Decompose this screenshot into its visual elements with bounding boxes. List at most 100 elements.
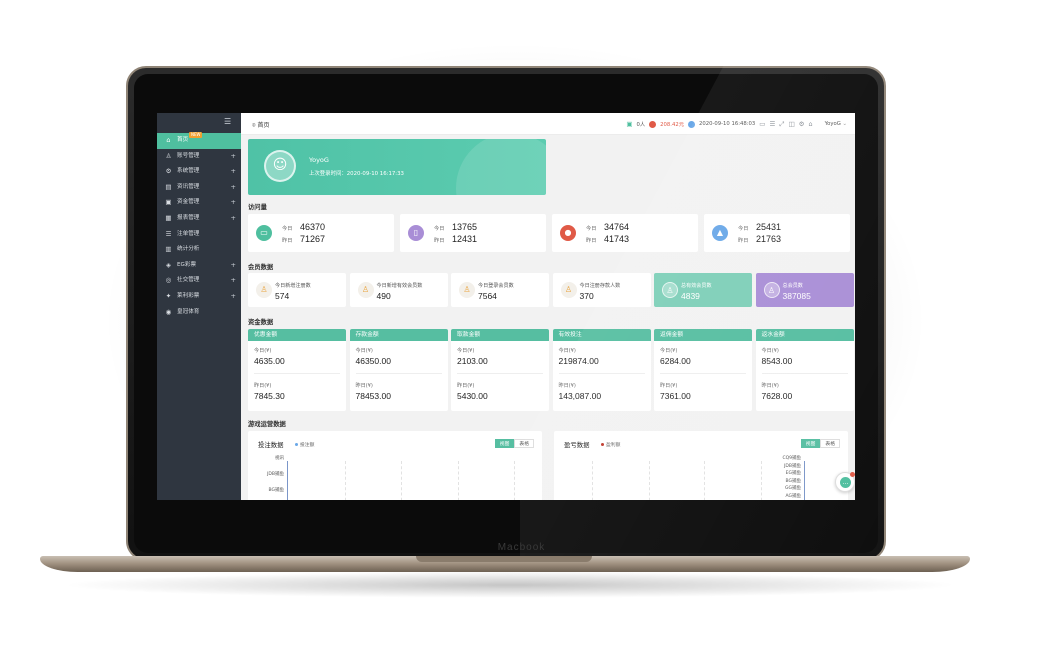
today-value: 4635.00	[254, 356, 285, 366]
yesterday-value: 7845.30	[254, 391, 285, 401]
today-label: 今日	[434, 226, 445, 232]
today-value: 34764	[604, 222, 630, 232]
section-title-games: 游戏运营数据	[248, 421, 286, 428]
yesterday-value: 7628.00	[761, 391, 793, 401]
today-value: 46370	[300, 222, 326, 232]
fund-card: 优惠金额 今日(¥) 4635.00 昨日(¥) 7845.30	[248, 329, 346, 411]
member-stat-label: 今日新增有效会员数	[376, 283, 423, 289]
expand-icon: +	[230, 198, 236, 207]
user-icon: ♙	[763, 282, 780, 298]
list-icon: ☰	[165, 229, 172, 238]
legend-label: 盈利额	[606, 443, 621, 448]
divider	[457, 373, 543, 374]
table-tab[interactable]: 表格	[514, 439, 534, 448]
expand-icon: +	[230, 213, 236, 222]
lock-icon[interactable]: ⌂	[808, 120, 812, 128]
sidebar-item-2[interactable]: ⚙ 系统管理 +	[157, 164, 241, 180]
sidebar-item-11[interactable]: ◉ 皇冠体育	[157, 305, 241, 321]
gear-icon[interactable]: ⚙	[799, 120, 805, 128]
today-label: 今日	[586, 226, 597, 232]
sidebar-item-5[interactable]: ▦ 报表管理 +	[157, 211, 241, 227]
sidebar-item-7[interactable]: ▥ 统计分析	[157, 242, 241, 258]
today-value: 2103.00	[457, 356, 488, 366]
list-icon[interactable]: ☰	[769, 120, 775, 128]
yesterday-value: 21763	[756, 234, 782, 244]
legend: 盈利额	[601, 441, 620, 448]
today-label: 今日(¥)	[355, 348, 373, 354]
user-menu[interactable]: YoyoG ⌄	[825, 121, 847, 127]
fund-card: 有效投注 今日(¥) 219874.00 昨日(¥) 143,087.00	[552, 329, 651, 411]
grid-line	[401, 461, 402, 500]
sidebar-item-9[interactable]: ◎ 社交管理 +	[157, 273, 241, 289]
table-tab[interactable]: 表格	[820, 439, 840, 448]
member-stat-value: 574	[275, 291, 290, 301]
expand-icon: +	[230, 182, 236, 191]
fund-title: 有效投注	[552, 329, 651, 341]
sidebar-item-4[interactable]: ▣ 资金管理 +	[157, 195, 241, 211]
message-icon[interactable]: ▭	[759, 120, 765, 128]
user-icon: ♙	[662, 282, 678, 298]
view-tab[interactable]: 视图	[494, 439, 515, 448]
yesterday-label: 昨日(¥)	[761, 383, 779, 389]
theme-icon[interactable]: ◫	[788, 120, 794, 128]
sidebar-item-6[interactable]: ☰ 注单管理	[157, 227, 241, 243]
fund-title: 返佣金额	[654, 329, 752, 341]
screen: ☰ ⌂ 首页 NEW ♙ 账号管理 + ⚙ 系统管理 + ▤ 资讯管理 + ▣ 资金管理 + ▦ 报表管理 + ☰ 注…	[157, 113, 855, 500]
section-title-visits: 访问量	[248, 204, 267, 211]
visit-card: ▭ 今日 46370 昨日 71267	[248, 214, 394, 252]
expand-icon: +	[230, 291, 236, 300]
expand-icon: +	[230, 151, 236, 160]
member-stat-card: ♙ 今日新增有效会员数 490	[349, 273, 448, 307]
chat-button[interactable]: …	[835, 472, 855, 492]
tablet-icon: ▯	[408, 225, 424, 241]
sidebar-item-3[interactable]: ▤ 资讯管理 +	[157, 180, 241, 196]
yesterday-value: 78453.00	[355, 391, 391, 401]
expand-icon: +	[230, 260, 236, 269]
sidebar-item-label: EG彩票	[177, 261, 197, 268]
yesterday-value: 5430.00	[457, 391, 488, 401]
yesterday-label: 昨日	[586, 238, 597, 244]
legend: 投注额	[295, 441, 314, 448]
sidebar-item-label: 系统管理	[177, 168, 200, 175]
apple-icon: ●	[560, 225, 576, 241]
balance-value: 208.42元	[660, 122, 685, 128]
laptop-notch	[416, 556, 592, 562]
fund-title: 返水金额	[755, 329, 854, 341]
user-name: YoyoG	[309, 156, 329, 164]
fullscreen-icon[interactable]: ⤢	[779, 120, 784, 129]
breadcrumb-home[interactable]: 首页	[258, 122, 270, 129]
card-title: 盈亏数据	[564, 441, 590, 449]
sidebar-item-label: 资金管理	[177, 199, 200, 206]
sidebar-item-10[interactable]: ✦ 莱利彩票 +	[157, 289, 241, 305]
report-icon: ▦	[165, 213, 172, 222]
yesterday-label: 昨日	[282, 238, 293, 244]
member-stat-label: 总有效会员数	[681, 283, 712, 289]
fund-card: 取款金额 今日(¥) 2103.00 昨日(¥) 5430.00	[451, 329, 549, 411]
grid-line	[458, 461, 459, 500]
device-brand: Macbook	[497, 542, 546, 553]
fund-card: 存款金额 今日(¥) 46350.00 昨日(¥) 78453.00	[349, 329, 448, 411]
grid-line	[345, 461, 346, 500]
category-label: BG捕鱼	[268, 488, 285, 493]
sidebar-item-0[interactable]: ⌂ 首页 NEW	[157, 132, 241, 149]
lottery-icon: ✦	[165, 291, 172, 300]
fund-card: 返水金额 今日(¥) 8543.00 昨日(¥) 7628.00	[755, 329, 854, 411]
member-stat-value: 370	[579, 291, 594, 301]
sidebar-item-8[interactable]: ◈ EG彩票 +	[157, 258, 241, 274]
user-icon: ♙	[357, 282, 374, 298]
member-stat-value: 4839	[681, 291, 700, 301]
yesterday-label: 昨日	[434, 238, 445, 244]
divider	[355, 373, 442, 374]
user-icon: ♙	[560, 282, 577, 298]
view-tab[interactable]: 视图	[800, 439, 821, 448]
sidebar-item-1[interactable]: ♙ 账号管理 +	[157, 149, 241, 165]
today-label: 今日(¥)	[660, 348, 678, 354]
today-label: 今日	[282, 226, 293, 232]
breadcrumb: ⌾ 首页	[252, 120, 270, 130]
ticket-icon: ◈	[166, 260, 171, 269]
monitor-icon: ▭	[256, 225, 272, 241]
section-title-funds: 资金数据	[248, 319, 274, 326]
menu-icon[interactable]: ☰	[224, 118, 233, 126]
sidebar-item-label: 首页	[177, 137, 189, 143]
user-name: YoyoG	[824, 121, 841, 127]
